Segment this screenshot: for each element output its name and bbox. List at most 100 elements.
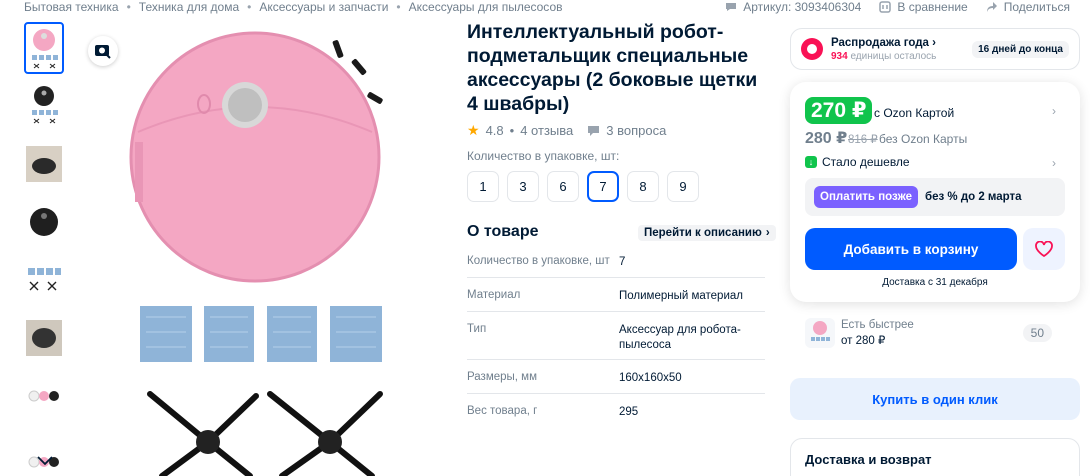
sale-units-suffix: единицы осталось <box>850 50 937 62</box>
compare-icon <box>879 1 892 13</box>
pay-later-text: без % до 2 марта <box>924 191 1022 203</box>
sale-title: Распродажа года › <box>831 36 936 49</box>
article-number[interactable]: Артикул: 3093406304 <box>725 0 861 14</box>
sale-days-badge: 16 дней до конца <box>972 40 1069 58</box>
sale-banner[interactable]: Распродажа года › 934 единицы осталось 1… <box>790 28 1080 70</box>
about-heading: О товаре <box>467 223 539 240</box>
spec-key: Количество в упаковке, шт <box>467 255 610 267</box>
chevron-right-icon: › <box>765 227 770 239</box>
pack-option[interactable]: 3 <box>507 171 539 202</box>
regular-price: 280 ₽ <box>805 130 848 147</box>
breadcrumb: Бытовая техника • Техника для дома • Акс… <box>24 0 563 14</box>
price-drop-info[interactable]: ↓ Стало дешевле <box>805 155 910 169</box>
questions-link[interactable]: 3 вопроса <box>587 123 666 138</box>
sale-icon <box>801 38 823 60</box>
thumbnail[interactable] <box>24 196 64 248</box>
robot-colors-thumbnail-icon <box>28 390 59 402</box>
shipping-returns-section[interactable]: Доставка и возврат <box>790 438 1080 476</box>
breadcrumb-item[interactable]: Техника для дома <box>139 0 239 14</box>
share-label: Поделиться <box>1003 0 1070 14</box>
thumbnail[interactable] <box>24 428 64 476</box>
buy-one-click-button[interactable]: Купить в один клик <box>790 378 1080 420</box>
faster-price: от 280 ₽ <box>841 335 886 347</box>
chevron-right-icon[interactable]: › <box>1052 104 1060 118</box>
spec-value: Аксессуар для робота-пылесоса <box>619 324 741 351</box>
no-card-label: без Ozon Карты <box>879 132 968 146</box>
chevron-right-icon[interactable]: › <box>1052 156 1060 170</box>
star-icon: ★ <box>467 122 480 138</box>
spec-row: Материал Полимерный материал <box>467 278 765 312</box>
spec-key: Материал <box>467 289 521 301</box>
product-title: Интеллектуальный робот-подметальщик спец… <box>467 21 758 115</box>
spec-value: 160x160x50 <box>619 372 682 384</box>
spec-value: Полимерный материал <box>619 290 743 302</box>
article-text: Артикул: 3093406304 <box>743 0 862 14</box>
robot-floor-thumbnail-icon <box>26 146 62 182</box>
question-icon <box>588 125 600 136</box>
add-to-cart-button[interactable]: Добавить в корзину <box>805 228 1017 270</box>
spec-row: Вес товара, г 295 <box>467 394 765 428</box>
faster-text: Есть быстрее от 280 ₽ <box>841 319 914 347</box>
pack-quantity-options: 1 3 6 7 8 9 <box>467 171 699 202</box>
breadcrumb-item[interactable]: Бытовая техника <box>24 0 119 14</box>
thumbnail[interactable] <box>24 254 64 306</box>
rating-row: ★ 4.8 • 4 отзыва 3 вопроса <box>467 122 666 139</box>
pack-option-selected[interactable]: 7 <box>587 171 619 202</box>
compare-link[interactable]: В сравнение <box>879 0 968 14</box>
rating-separator: • <box>509 123 515 138</box>
ozon-card-label[interactable]: с Ozon Картой <box>874 106 954 120</box>
breadcrumb-separator: • <box>126 0 131 14</box>
robot-floor-thumbnail-icon <box>26 320 62 356</box>
specs-table: Количество в упаковке, шт 7 Материал Пол… <box>467 244 765 428</box>
pack-option[interactable]: 6 <box>547 171 579 202</box>
thumbnail[interactable] <box>24 138 64 190</box>
sale-text: Распродажа года › 934 единицы осталось <box>831 37 936 62</box>
share-link[interactable]: Поделиться <box>986 0 1070 14</box>
price-card: 270 ₽ с Ozon Картой › 280 ₽ 816 ₽ без Oz… <box>790 82 1080 302</box>
sale-units-count: 934 <box>831 50 848 62</box>
faster-offer[interactable]: Есть быстрее от 280 ₽ 50 <box>805 317 1080 349</box>
rating-value: 4.8 <box>485 123 504 138</box>
reviews-link[interactable]: 4 отзыва <box>520 123 573 138</box>
spec-key: Размеры, мм <box>467 371 537 383</box>
accessories-thumbnail-icon <box>28 268 61 291</box>
compare-label: В сравнение <box>897 0 968 14</box>
heart-icon <box>1035 241 1053 257</box>
goto-description-button[interactable]: Перейти к описанию › <box>638 225 776 241</box>
pack-option[interactable]: 9 <box>667 171 699 202</box>
pay-later-button[interactable]: Оплатить позже <box>814 186 918 208</box>
spec-key: Тип <box>467 323 487 335</box>
spec-value: 7 <box>619 256 626 268</box>
arrow-down-icon: ↓ <box>805 156 817 168</box>
robot-pink-thumbnail-icon <box>32 29 58 69</box>
ozon-card-price: 270 ₽ <box>805 97 873 124</box>
spec-row: Тип Аксессуар для робота-пылесоса <box>467 312 765 360</box>
product-main-image[interactable] <box>80 22 450 476</box>
price-drop-label: Стало дешевле <box>822 155 910 169</box>
spec-value: 295 <box>619 406 639 418</box>
pay-later-row[interactable]: Оплатить позже без % до 2 марта <box>805 178 1065 216</box>
sale-units: 934 единицы осталось <box>831 51 936 62</box>
robot-black-thumbnail-icon <box>30 208 58 236</box>
pack-option[interactable]: 8 <box>627 171 659 202</box>
thumbnail-strip <box>24 22 66 476</box>
breadcrumb-separator: • <box>247 0 252 14</box>
favorite-button[interactable] <box>1023 228 1065 270</box>
spec-row: Количество в упаковке, шт 7 <box>467 244 765 278</box>
top-meta: Артикул: 3093406304 В сравнение Поделить… <box>725 0 1070 14</box>
breadcrumb-item[interactable]: Аксессуары для пылесосов <box>409 0 563 14</box>
chevron-down-icon[interactable] <box>36 454 54 468</box>
thumbnail[interactable] <box>24 312 64 364</box>
goto-description-label: Перейти к описанию <box>644 227 762 239</box>
thumbnail[interactable] <box>24 22 64 74</box>
shipping-heading: Доставка и возврат <box>805 452 932 467</box>
robot-pink-thumbnail-icon <box>805 318 835 348</box>
breadcrumb-item[interactable]: Аксессуары и запчасти <box>259 0 388 14</box>
thumbnail[interactable] <box>24 80 64 132</box>
chat-icon <box>726 3 737 11</box>
pack-option[interactable]: 1 <box>467 171 499 202</box>
camera-search-icon <box>95 45 111 59</box>
spec-key: Вес товара, г <box>467 405 538 417</box>
visual-search-button[interactable] <box>88 36 118 66</box>
thumbnail[interactable] <box>24 370 64 422</box>
